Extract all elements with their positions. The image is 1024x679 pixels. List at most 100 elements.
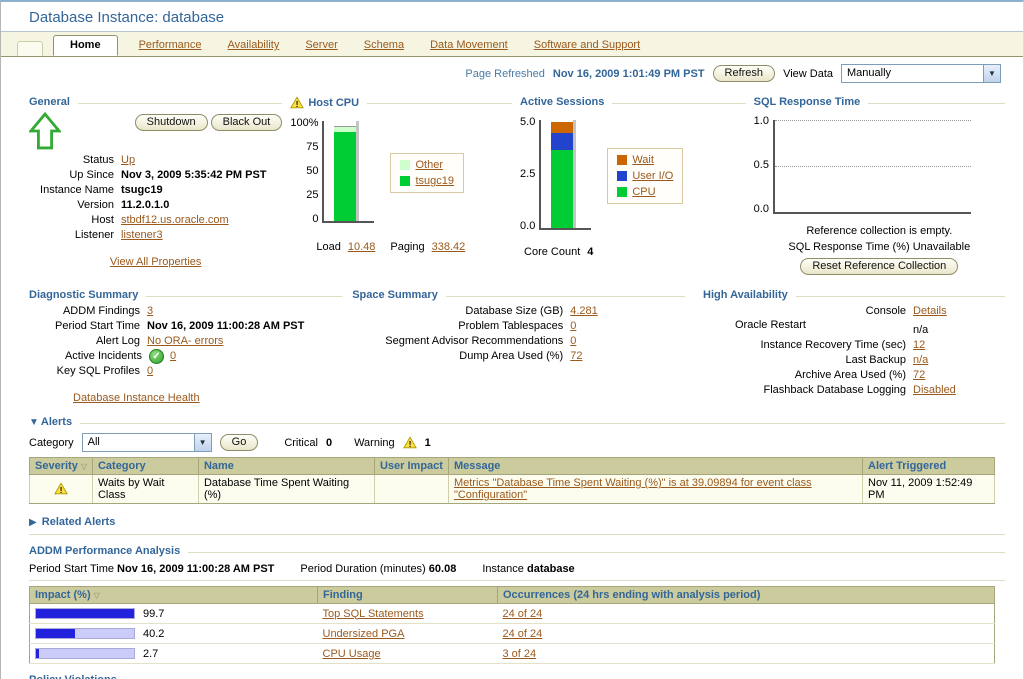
category-select[interactable]: All ▼ [81, 433, 212, 452]
impact-bar-fill [36, 629, 76, 638]
finding-link[interactable]: Top SQL Statements [323, 608, 424, 620]
legend-cpu-link[interactable]: CPU [632, 184, 655, 200]
page-title: Database Instance: database [29, 9, 225, 26]
alert-triggered: Nov 11, 2009 1:52:49 PM [862, 474, 995, 504]
listener-link[interactable]: listener3 [121, 228, 282, 243]
col-alert-triggered[interactable]: Alert Triggered [862, 457, 995, 475]
go-button[interactable]: Go [219, 434, 259, 451]
legend-other-link[interactable]: Other [415, 157, 443, 173]
chevron-down-icon[interactable]: ▼ [193, 434, 211, 451]
occurrences-link[interactable]: 24 of 24 [503, 608, 543, 620]
critical-label: Critical [284, 436, 318, 449]
impact-value: 2.7 [143, 647, 159, 660]
legend-tsugc19-link[interactable]: tsugc19 [415, 173, 454, 189]
sort-descending-icon: ▽ [93, 591, 100, 600]
sessions-userio-segment [551, 132, 574, 151]
host-cpu-bar [334, 121, 357, 221]
host-link[interactable]: stbdf12.us.oracle.com [121, 213, 282, 228]
active-sessions-chart: 5.0 2.5 0.0 Wait User I/O CPU [520, 116, 746, 232]
refresh-button[interactable]: Refresh [712, 65, 776, 82]
addm-instance-label: Instance [482, 563, 524, 575]
warning-icon: ! [402, 436, 417, 449]
legend-swatch-cpu [617, 187, 628, 197]
host-cpu-legend: Other tsugc19 [390, 153, 465, 193]
addm-findings-link[interactable]: 3 [147, 304, 342, 319]
reset-reference-collection-button[interactable]: Reset Reference Collection [800, 258, 959, 275]
database-instance-home-page: Database Instance: database Home Perform… [0, 0, 1024, 679]
occurrences-link[interactable]: 24 of 24 [503, 628, 543, 640]
alert-name: Database Time Spent Waiting (%) [197, 474, 375, 504]
general-row-host: Host stbdf12.us.oracle.com [29, 213, 282, 228]
legend-wait-link[interactable]: Wait [632, 152, 654, 168]
console-details-link[interactable]: Details [913, 304, 1005, 319]
occurrences-link[interactable]: 3 of 24 [503, 648, 537, 660]
tab-software-and-support[interactable]: Software and Support [534, 39, 640, 56]
tab-server[interactable]: Server [305, 39, 337, 56]
general-row-version: Version 11.2.0.1.0 [77, 199, 170, 211]
related-alerts-section[interactable]: ▶ Related Alerts [29, 516, 1005, 535]
col-occurrences[interactable]: Occurrences (24 hrs ending with analysis… [497, 586, 995, 604]
policy-title: Policy Violations [29, 674, 117, 679]
alert-message-link[interactable]: Metrics "Database Time Spent Waiting (%)… [454, 477, 812, 501]
tab-bar: Home Performance Availability Server Sch… [1, 32, 1023, 57]
page-refreshed-timestamp: Nov 16, 2009 1:01:49 PM PST [552, 67, 705, 80]
diagnostic-title: Diagnostic Summary [29, 289, 139, 301]
gridline-05 [774, 166, 971, 167]
instance-recovery-time-link[interactable]: 12 [913, 338, 1005, 353]
dump-area-used-link[interactable]: 72 [570, 349, 685, 364]
alert-log-link[interactable]: No ORA- errors [147, 334, 342, 349]
col-user-impact[interactable]: User Impact [373, 457, 449, 475]
col-impact[interactable]: Impact (%) ▽ [29, 586, 318, 604]
alerts-header[interactable]: ▼ Alerts [29, 416, 1005, 428]
tab-home[interactable]: Home [53, 35, 118, 56]
status-link[interactable]: Up [121, 153, 282, 168]
blackout-button[interactable]: Black Out [210, 114, 283, 131]
paging-value-link[interactable]: 338.42 [432, 241, 466, 253]
addm-duration-label: Period Duration (minutes) [300, 563, 426, 575]
oracle-restart-value: n/a [913, 324, 929, 336]
tab-availability[interactable]: Availability [228, 39, 280, 56]
finding-link[interactable]: CPU Usage [323, 648, 381, 660]
view-data-value: Manually [847, 67, 892, 79]
chevron-down-icon[interactable]: ▼ [983, 65, 1000, 82]
col-finding[interactable]: Finding [317, 586, 498, 604]
general-row-status: Status Up [29, 153, 282, 168]
alerts-section: ▼ Alerts Category All ▼ Go Critical 0 Wa… [29, 416, 1005, 504]
col-severity[interactable]: Severity ▽ [29, 457, 93, 475]
warning-label: Warning [354, 436, 395, 449]
svg-text:!: ! [408, 440, 411, 449]
load-value-link[interactable]: 10.48 [348, 241, 376, 253]
key-sql-profiles-link[interactable]: 0 [147, 364, 342, 379]
tab-data-movement[interactable]: Data Movement [430, 39, 508, 56]
svg-text:!: ! [296, 100, 299, 109]
critical-count: 0 [325, 436, 333, 449]
active-incidents-link[interactable]: 0 [170, 349, 342, 364]
tab-performance[interactable]: Performance [139, 39, 202, 56]
col-name[interactable]: Name [197, 457, 375, 475]
impact-value: 40.2 [143, 627, 165, 640]
high-availability-section: High Availability Console Details Oracle … [703, 289, 1005, 404]
archive-area-used-link[interactable]: 72 [913, 368, 1005, 383]
sql-unavailable-message: SQL Response Time (%) Unavailable [788, 241, 971, 253]
col-category[interactable]: Category [91, 457, 199, 475]
flashback-logging-link[interactable]: Disabled [913, 383, 1005, 398]
problem-tablespaces-link[interactable]: 0 [570, 319, 685, 334]
database-size-link[interactable]: 4.281 [570, 304, 685, 319]
impact-bar-track [35, 608, 135, 619]
alert-row: ! Waits by Wait Class Database Time Spen… [29, 474, 995, 504]
legend-userio-link[interactable]: User I/O [632, 168, 673, 184]
database-instance-health-link[interactable]: Database Instance Health [73, 392, 200, 404]
impact-bar-fill [36, 609, 134, 618]
warning-icon: ! [54, 482, 68, 495]
col-message[interactable]: Message [447, 457, 864, 475]
view-all-properties-link[interactable]: View All Properties [110, 256, 202, 268]
collapse-triangle-icon: ▼ [29, 416, 39, 428]
shutdown-button[interactable]: Shutdown [134, 114, 208, 131]
last-backup-link[interactable]: n/a [913, 353, 1005, 368]
tab-schema[interactable]: Schema [364, 39, 404, 56]
finding-link[interactable]: Undersized PGA [323, 628, 405, 640]
segment-advisor-link[interactable]: 0 [570, 334, 685, 349]
sql-response-time-section: SQL Response Time 1.0 0.5 0.0 Reference … [754, 96, 1005, 275]
refresh-toolbar: Page Refreshed Nov 16, 2009 1:01:49 PM P… [1, 57, 1023, 88]
view-data-select[interactable]: Manually ▼ [841, 64, 1001, 83]
